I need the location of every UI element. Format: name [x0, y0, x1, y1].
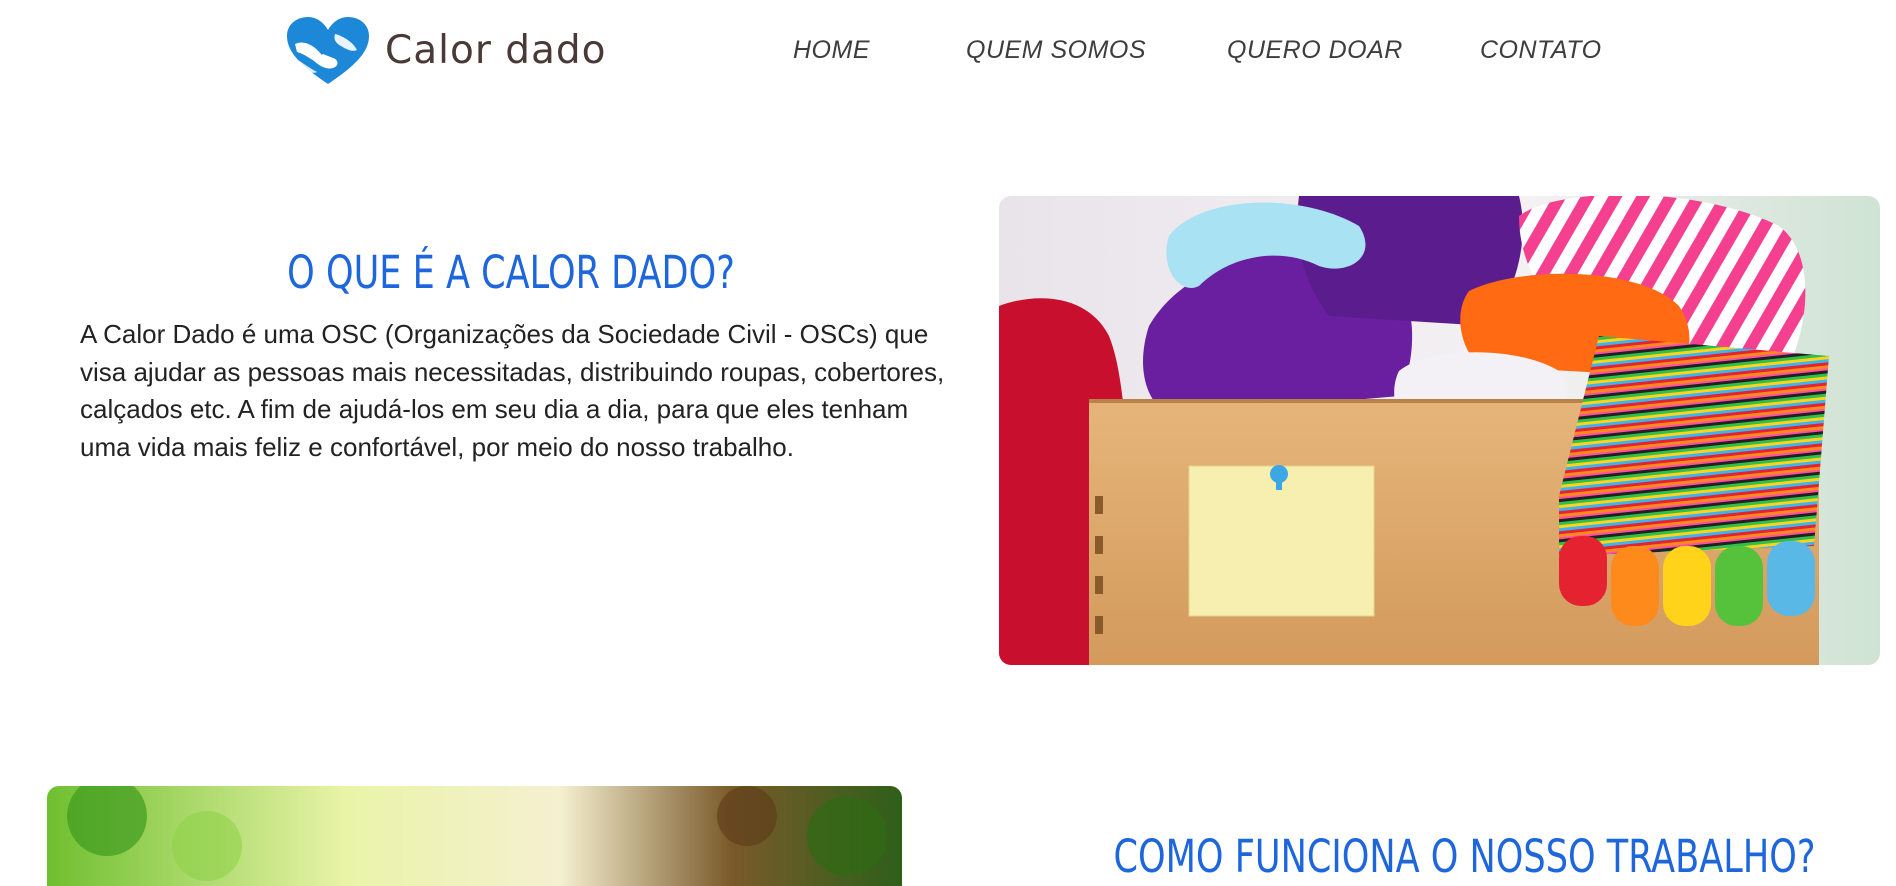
- nav-item-quem-somos[interactable]: QUEM SOMOS: [966, 36, 1146, 65]
- about-paragraph: A Calor Dado é uma OSC (Organizações da …: [80, 319, 945, 462]
- about-heading: O QUE É A CALOR DADO?: [287, 246, 735, 299]
- nav-item-quero-doar[interactable]: QUERO DOAR: [1227, 36, 1403, 65]
- brand-logo-link[interactable]: Calor dado: [283, 14, 607, 86]
- garden-photo: [47, 786, 902, 886]
- garden-illustration: [47, 786, 902, 886]
- heart-hands-icon: [287, 17, 369, 84]
- brand-name: Calor dado: [385, 27, 607, 73]
- clothes-box-illustration: [999, 196, 1880, 665]
- nav-item-contato[interactable]: CONTATO: [1480, 36, 1602, 65]
- how-it-works-heading: COMO FUNCIONA O NOSSO TRABALHO?: [1113, 830, 1816, 883]
- clothes-box-photo: [999, 196, 1880, 665]
- nav-item-home[interactable]: HOME: [793, 36, 870, 65]
- site-header: Calor dado HOME QUEM SOMOS QUERO DOAR CO…: [0, 0, 1896, 100]
